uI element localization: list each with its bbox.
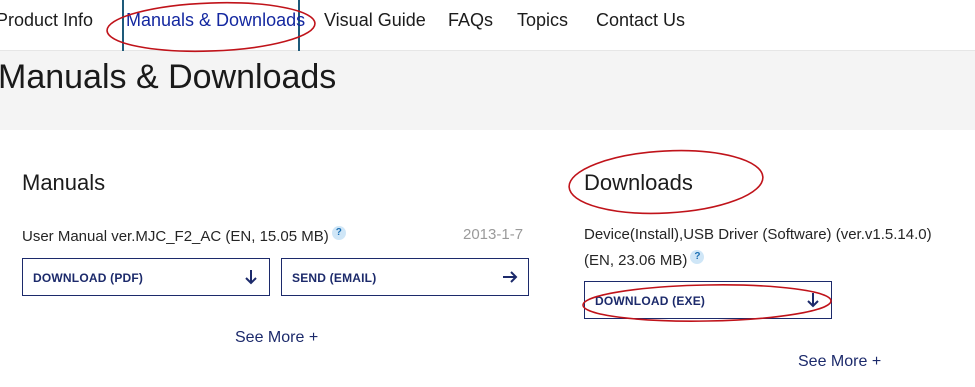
download-exe-label: DOWNLOAD (EXE) (595, 294, 706, 308)
send-email-button[interactable]: SEND (EMAIL) (281, 258, 529, 296)
info-icon[interactable]: ? (331, 226, 346, 240)
downloads-see-more-link[interactable]: See More + (798, 353, 881, 371)
nav-item-manuals-downloads[interactable]: Manuals & Downloads (126, 10, 305, 31)
arrow-down-icon (807, 293, 819, 308)
page-title: Manuals & Downloads (0, 58, 337, 96)
info-icon[interactable]: ? (690, 250, 705, 264)
download-file-size-text: (EN, 23.06 MB) (584, 252, 688, 269)
download-pdf-label: DOWNLOAD (PDF) (33, 271, 144, 285)
nav-item-contact-us[interactable]: Contact Us (596, 10, 685, 31)
downloads-section-title: Downloads (584, 170, 693, 195)
nav-item-topics[interactable]: Topics (517, 10, 568, 31)
manual-file-name-text: User Manual ver.MJC_F2_AC (EN, 15.05 MB) (22, 228, 329, 245)
download-pdf-button[interactable]: DOWNLOAD (PDF) (22, 258, 270, 296)
nav-item-faqs[interactable]: FAQs (448, 10, 493, 31)
manual-file-name: User Manual ver.MJC_F2_AC (EN, 15.05 MB)… (22, 226, 346, 245)
manuals-section-title: Manuals (22, 170, 106, 195)
send-email-label: SEND (EMAIL) (292, 271, 377, 285)
manual-file-date: 2013-1-7 (463, 226, 524, 243)
download-file-name-line1: Device(Install),USB Driver (Software) (v… (584, 226, 932, 243)
arrow-right-icon (503, 271, 518, 283)
nav-item-product-info[interactable]: Product Info (0, 10, 93, 31)
manuals-see-more-link[interactable]: See More + (235, 329, 318, 347)
download-exe-button[interactable]: DOWNLOAD (EXE) (584, 281, 832, 319)
download-file-name-line2: (EN, 23.06 MB)? (584, 250, 705, 269)
arrow-down-icon (245, 270, 257, 285)
top-nav: Product Info Manuals & Downloads Visual … (0, 0, 975, 53)
nav-item-visual-guide[interactable]: Visual Guide (324, 10, 426, 31)
